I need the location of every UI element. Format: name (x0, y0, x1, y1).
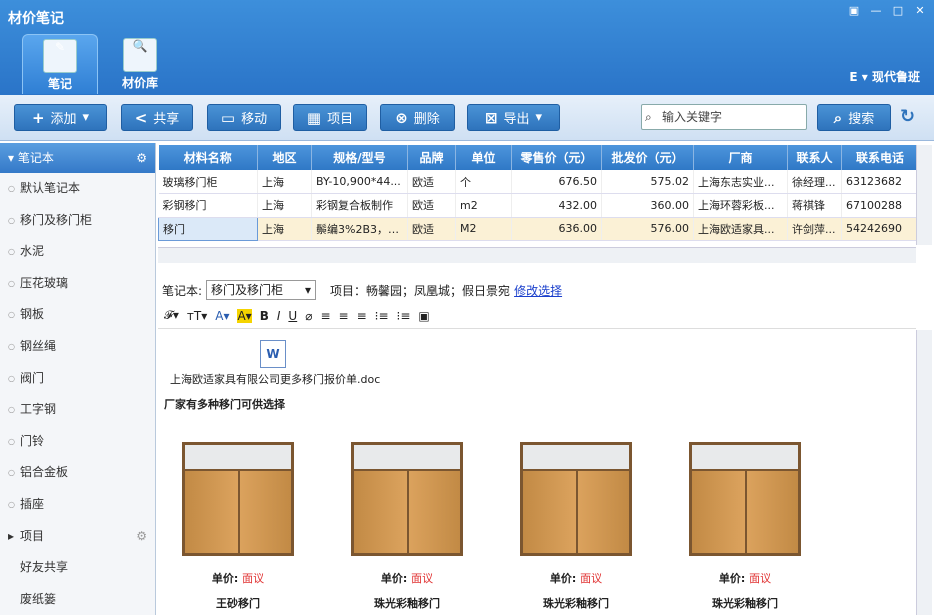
align-right-icon[interactable]: ≡ (357, 309, 367, 323)
editor-vertical-scrollbar[interactable] (916, 330, 932, 615)
door-image (351, 442, 463, 556)
sidebar-item[interactable]: 铝合金板 (0, 457, 155, 489)
title-bar: 材价笔记 ▣ — □ ✕ ✎ 笔记 🔍 材价库 E ▾ 现代鲁班 (0, 0, 934, 95)
sidebar-item[interactable]: 阀门 (0, 363, 155, 395)
sidebar-item[interactable]: 钢丝绳 (0, 331, 155, 363)
sidebar-header-notebooks[interactable]: ▾ 笔记本 ⚙ (0, 143, 155, 173)
delete-button[interactable]: ⊗ 删除 (380, 104, 455, 131)
product-card: 单价: 面议 珠光彩釉移门 (685, 442, 805, 611)
export-button[interactable]: ⊠ 导出 ▾ (467, 104, 560, 131)
folder-icon: ▭ (220, 108, 236, 127)
sidebar: ▾ 笔记本⚙ 默认笔记本 移门及移门柜 水泥 压花玻璃 钢板 钢丝绳 阀门 工字… (0, 143, 156, 615)
col-header: 地区 (257, 145, 312, 170)
table-row[interactable]: 玻璃移门柜 上海 BY-10,900*44... 欧适个 676.50 575.02 上海东… (158, 170, 919, 194)
product-card: 单价: 面议 珠光彩釉移门 (516, 442, 636, 611)
chevron-down-icon: ▾ (305, 283, 312, 297)
font-color-icon[interactable]: A▾ (215, 309, 229, 323)
notebook-label: 笔记本: (162, 283, 203, 298)
col-header: 批发价（元） (601, 145, 694, 170)
insert-image-icon[interactable]: ▣ (418, 309, 429, 323)
share-button[interactable]: < 共享 (121, 104, 193, 131)
pencil-icon: ✎ (43, 39, 77, 73)
refresh-icon[interactable]: ↻ (900, 106, 915, 127)
italic-icon[interactable]: I (277, 309, 281, 323)
product-card: 单价: 面议 王砂移门 (178, 442, 298, 611)
align-left-icon[interactable]: ≡ (320, 309, 330, 323)
materials-table: 材料名称 地区 规格/型号 品牌 单位 零售价（元） 批发价（元） 厂商 联系人 联系电话 玻璃移… (158, 145, 919, 241)
tab-price-library[interactable]: 🔍 材价库 (102, 34, 178, 94)
align-center-icon[interactable]: ≡ (339, 309, 349, 323)
excel-icon: ⊠ (484, 108, 498, 127)
col-header: 联系人 (787, 145, 842, 170)
share-icon: < (134, 108, 148, 127)
word-doc-icon[interactable]: W (260, 340, 286, 368)
door-image (182, 442, 294, 556)
door-image (689, 442, 801, 556)
sidebar-item[interactable]: 默认笔记本 (0, 173, 155, 205)
delete-icon: ⊗ (395, 108, 408, 127)
move-button[interactable]: ▭ 移动 (207, 104, 281, 131)
product-card: 单价: 面议 珠光彩釉移门 (347, 442, 467, 611)
highlight-icon[interactable]: A▾ (237, 308, 252, 323)
col-header: 品牌 (407, 145, 456, 170)
notebook-select[interactable]: 移门及移门柜 ▾ (206, 280, 317, 300)
restore-icon[interactable]: ▣ (846, 4, 862, 18)
eraser-icon[interactable]: ⌀ (305, 309, 312, 323)
bullet-list-icon[interactable]: ⁝≡ (397, 309, 411, 323)
search-icon: ⌕ (833, 108, 843, 127)
col-header: 单位 (455, 145, 512, 170)
col-header: 零售价（元） (511, 145, 602, 170)
underline-icon[interactable]: U (288, 309, 297, 323)
gear-icon: ⚙ (136, 528, 147, 543)
col-header: 材料名称 (158, 145, 258, 170)
edit-selection-link[interactable]: 修改选择 (514, 282, 562, 299)
tab-notes[interactable]: ✎ 笔记 (22, 34, 98, 94)
magnifier-icon: 🔍 (123, 38, 157, 72)
user-menu[interactable]: E ▾ 现代鲁班 (849, 68, 920, 85)
table-vertical-scrollbar[interactable] (916, 145, 932, 245)
sidebar-item[interactable]: 压花玻璃 (0, 268, 155, 300)
project-text: 项目：畅馨园；凤凰城；假日景宛 (330, 283, 511, 298)
bold-icon[interactable]: B (260, 309, 269, 323)
sidebar-item[interactable]: 工字钢 (0, 394, 155, 426)
font-family-icon[interactable]: 𝓕▾ (164, 308, 179, 323)
door-image (520, 442, 632, 556)
sidebar-item-trash[interactable]: 废纸篓 (0, 584, 155, 615)
sidebar-section-project[interactable]: ▸ 项目 ⚙ (0, 521, 155, 553)
col-header: 规格/型号 (311, 145, 408, 170)
building-icon: ▦ (306, 108, 322, 127)
note-heading: 厂家有多种移门可供选择 (164, 398, 285, 411)
add-button[interactable]: + 添加 ▾ (14, 104, 107, 131)
maximize-icon[interactable]: □ (890, 4, 906, 18)
sidebar-item[interactable]: 移门及移门柜 (0, 205, 155, 237)
table-row-selected[interactable]: 移门 上海 鬃编3%2B3，1... 欧适 M2 636.00 576.00 上海欧适家具..… (158, 216, 919, 241)
note-editor: 笔记本: 移门及移门柜 ▾ 项目：畅馨园；凤凰城；假日景宛 修改选择 𝓕▾ тT▾… (158, 270, 932, 615)
sidebar-item[interactable]: 插座 (0, 489, 155, 521)
table-horizontal-scrollbar[interactable] (158, 247, 916, 263)
attachment-name[interactable]: 上海欧适家具有限公司更多移门报价单.doc (170, 371, 380, 387)
col-header: 联系电话 (841, 145, 919, 170)
project-button[interactable]: ▦ 项目 (293, 104, 367, 131)
app-title: 材价笔记 (8, 11, 64, 27)
note-content[interactable]: W 上海欧适家具有限公司更多移门报价单.doc 厂家有多种移门可供选择 单价: … (158, 328, 916, 615)
sidebar-item[interactable]: 钢板 (0, 299, 155, 331)
search-button[interactable]: ⌕ 搜索 (817, 104, 891, 131)
table-row[interactable]: 彩钢移门 上海 彩钢复合板制作 欧适 m2 432.00 360.00 上海环蓉彩板... 蒋祺… (158, 193, 919, 218)
gear-icon: ⚙ (136, 151, 147, 165)
sidebar-item[interactable]: 门铃 (0, 426, 155, 458)
font-size-icon[interactable]: тT▾ (187, 309, 207, 323)
search-input-icon: ⌕ (645, 110, 652, 124)
plus-icon: + (31, 108, 45, 127)
ordered-list-icon[interactable]: ⁝≡ (375, 309, 389, 323)
search-input[interactable]: 输入关键字 (641, 104, 807, 130)
minimize-icon[interactable]: — (868, 4, 884, 18)
format-toolbar: 𝓕▾ тT▾ A▾ A▾ B I U ⌀ ≡ ≡ ≡ ⁝≡ ⁝≡ ▣ (164, 308, 430, 323)
close-icon[interactable]: ✕ (912, 4, 928, 18)
sidebar-item[interactable]: 水泥 (0, 236, 155, 268)
sidebar-item-friends[interactable]: 好友共享 (0, 552, 155, 584)
col-header: 厂商 (693, 145, 788, 170)
